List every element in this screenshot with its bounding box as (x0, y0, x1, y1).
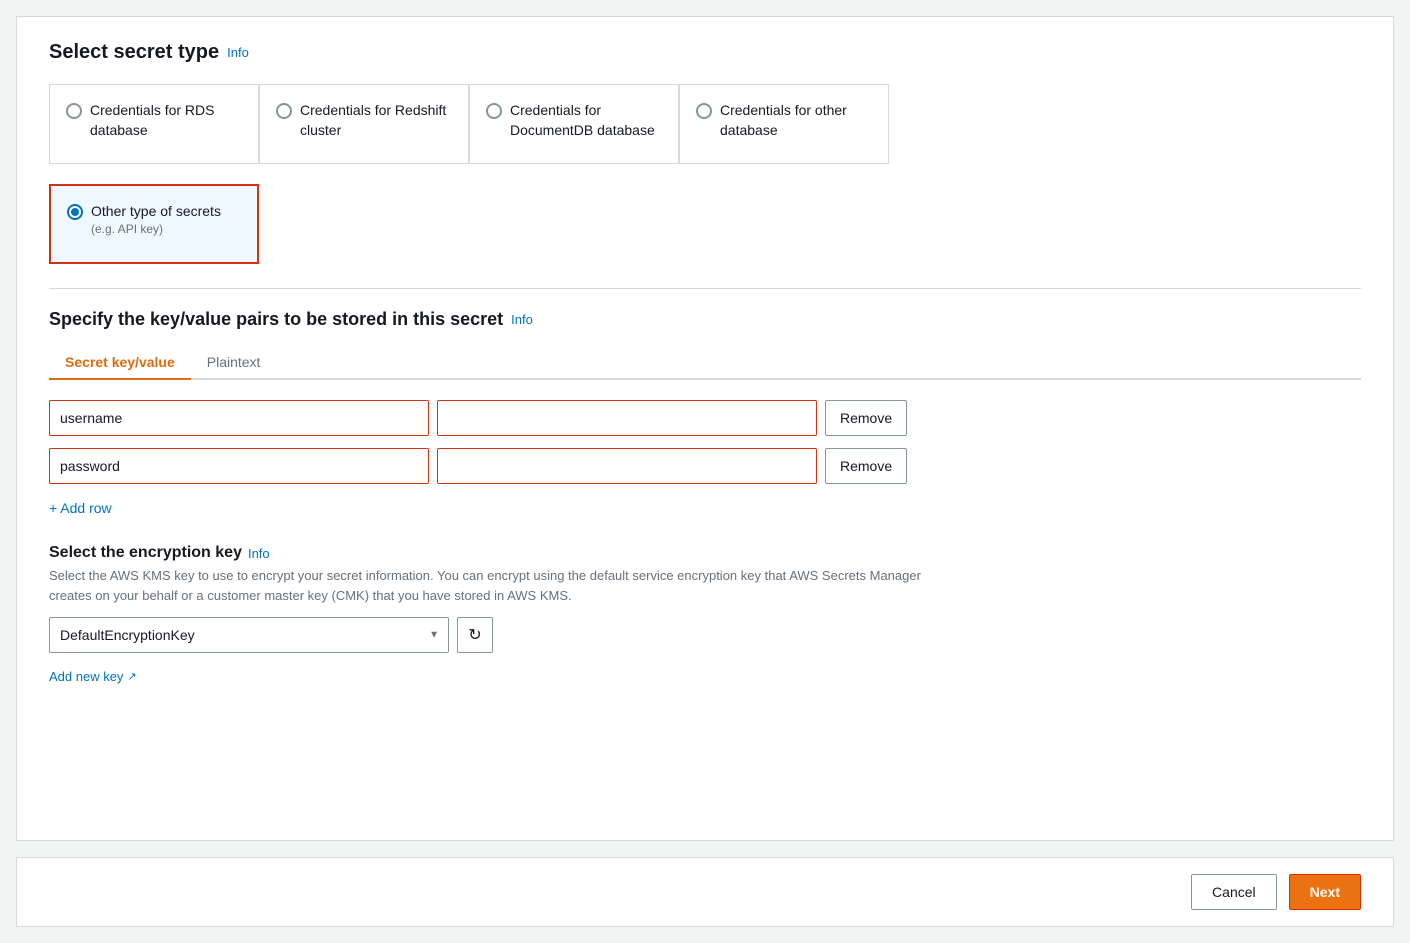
key-input-1[interactable] (49, 400, 429, 436)
encryption-section: Select the encryption key Info Select th… (49, 544, 1361, 684)
cancel-button[interactable]: Cancel (1191, 874, 1277, 910)
encryption-select[interactable]: DefaultEncryptionKey aws/secretsmanager (49, 617, 449, 653)
radio-other-db (696, 103, 712, 119)
footer-bar: Cancel Next (16, 857, 1394, 927)
page-title-row: Select secret type Info (49, 41, 1361, 64)
documentdb-label: Credentials for DocumentDB database (510, 101, 662, 140)
value-input-2[interactable] (437, 448, 817, 484)
tab-plaintext[interactable]: Plaintext (191, 346, 277, 380)
other-type-label: Other type of secrets (91, 202, 221, 222)
add-row-link[interactable]: + Add row (49, 500, 112, 516)
add-key-label: Add new key (49, 669, 123, 684)
remove-btn-2[interactable]: Remove (825, 448, 907, 484)
redshift-label: Credentials for Redshift cluster (300, 101, 452, 140)
radio-other-type (67, 204, 83, 220)
secret-type-grid: Credentials for RDS database Credentials… (49, 84, 1361, 164)
other-type-sublabel: (e.g. API key) (91, 222, 221, 236)
secret-type-documentdb[interactable]: Credentials for DocumentDB database (469, 84, 679, 164)
tabs-container: Secret key/value Plaintext (49, 346, 1361, 380)
refresh-btn[interactable]: ↻ (457, 617, 493, 653)
next-button[interactable]: Next (1289, 874, 1361, 910)
external-link-icon: ↗ (127, 670, 136, 683)
encryption-desc: Select the AWS KMS key to use to encrypt… (49, 566, 949, 605)
kv-section-info[interactable]: Info (511, 312, 533, 327)
encryption-select-row: DefaultEncryptionKey aws/secretsmanager … (49, 617, 1361, 653)
kv-section-title-row: Specify the key/value pairs to be stored… (49, 309, 1361, 330)
radio-redshift (276, 103, 292, 119)
page-title: Select secret type (49, 41, 219, 64)
rds-label: Credentials for RDS database (90, 101, 242, 140)
secret-type-rds[interactable]: Credentials for RDS database (49, 84, 259, 164)
page-container: Select secret type Info Credentials for … (0, 0, 1410, 943)
encryption-title: Select the encryption key (49, 544, 242, 562)
value-input-1[interactable] (437, 400, 817, 436)
section-divider (49, 288, 1361, 289)
main-content: Select secret type Info Credentials for … (16, 16, 1394, 841)
encryption-select-wrapper: DefaultEncryptionKey aws/secretsmanager (49, 617, 449, 653)
other-db-label: Credentials for other database (720, 101, 872, 140)
refresh-icon: ↻ (468, 625, 481, 645)
radio-documentdb (486, 103, 502, 119)
radio-rds (66, 103, 82, 119)
secret-type-redshift[interactable]: Credentials for Redshift cluster (259, 84, 469, 164)
page-title-info[interactable]: Info (227, 45, 249, 60)
key-input-2[interactable] (49, 448, 429, 484)
kv-section-title: Specify the key/value pairs to be stored… (49, 309, 503, 330)
tab-secret-kv[interactable]: Secret key/value (49, 346, 191, 380)
kv-row-2: Remove (49, 448, 1361, 484)
encryption-info[interactable]: Info (248, 546, 270, 561)
kv-row-1: Remove (49, 400, 1361, 436)
kv-rows-container: Remove Remove (49, 400, 1361, 484)
secret-type-other[interactable]: Other type of secrets (e.g. API key) (49, 184, 259, 264)
remove-btn-1[interactable]: Remove (825, 400, 907, 436)
add-new-key-link[interactable]: Add new key ↗ (49, 669, 137, 684)
encryption-title-row: Select the encryption key Info (49, 544, 1361, 562)
secret-type-other-db[interactable]: Credentials for other database (679, 84, 889, 164)
